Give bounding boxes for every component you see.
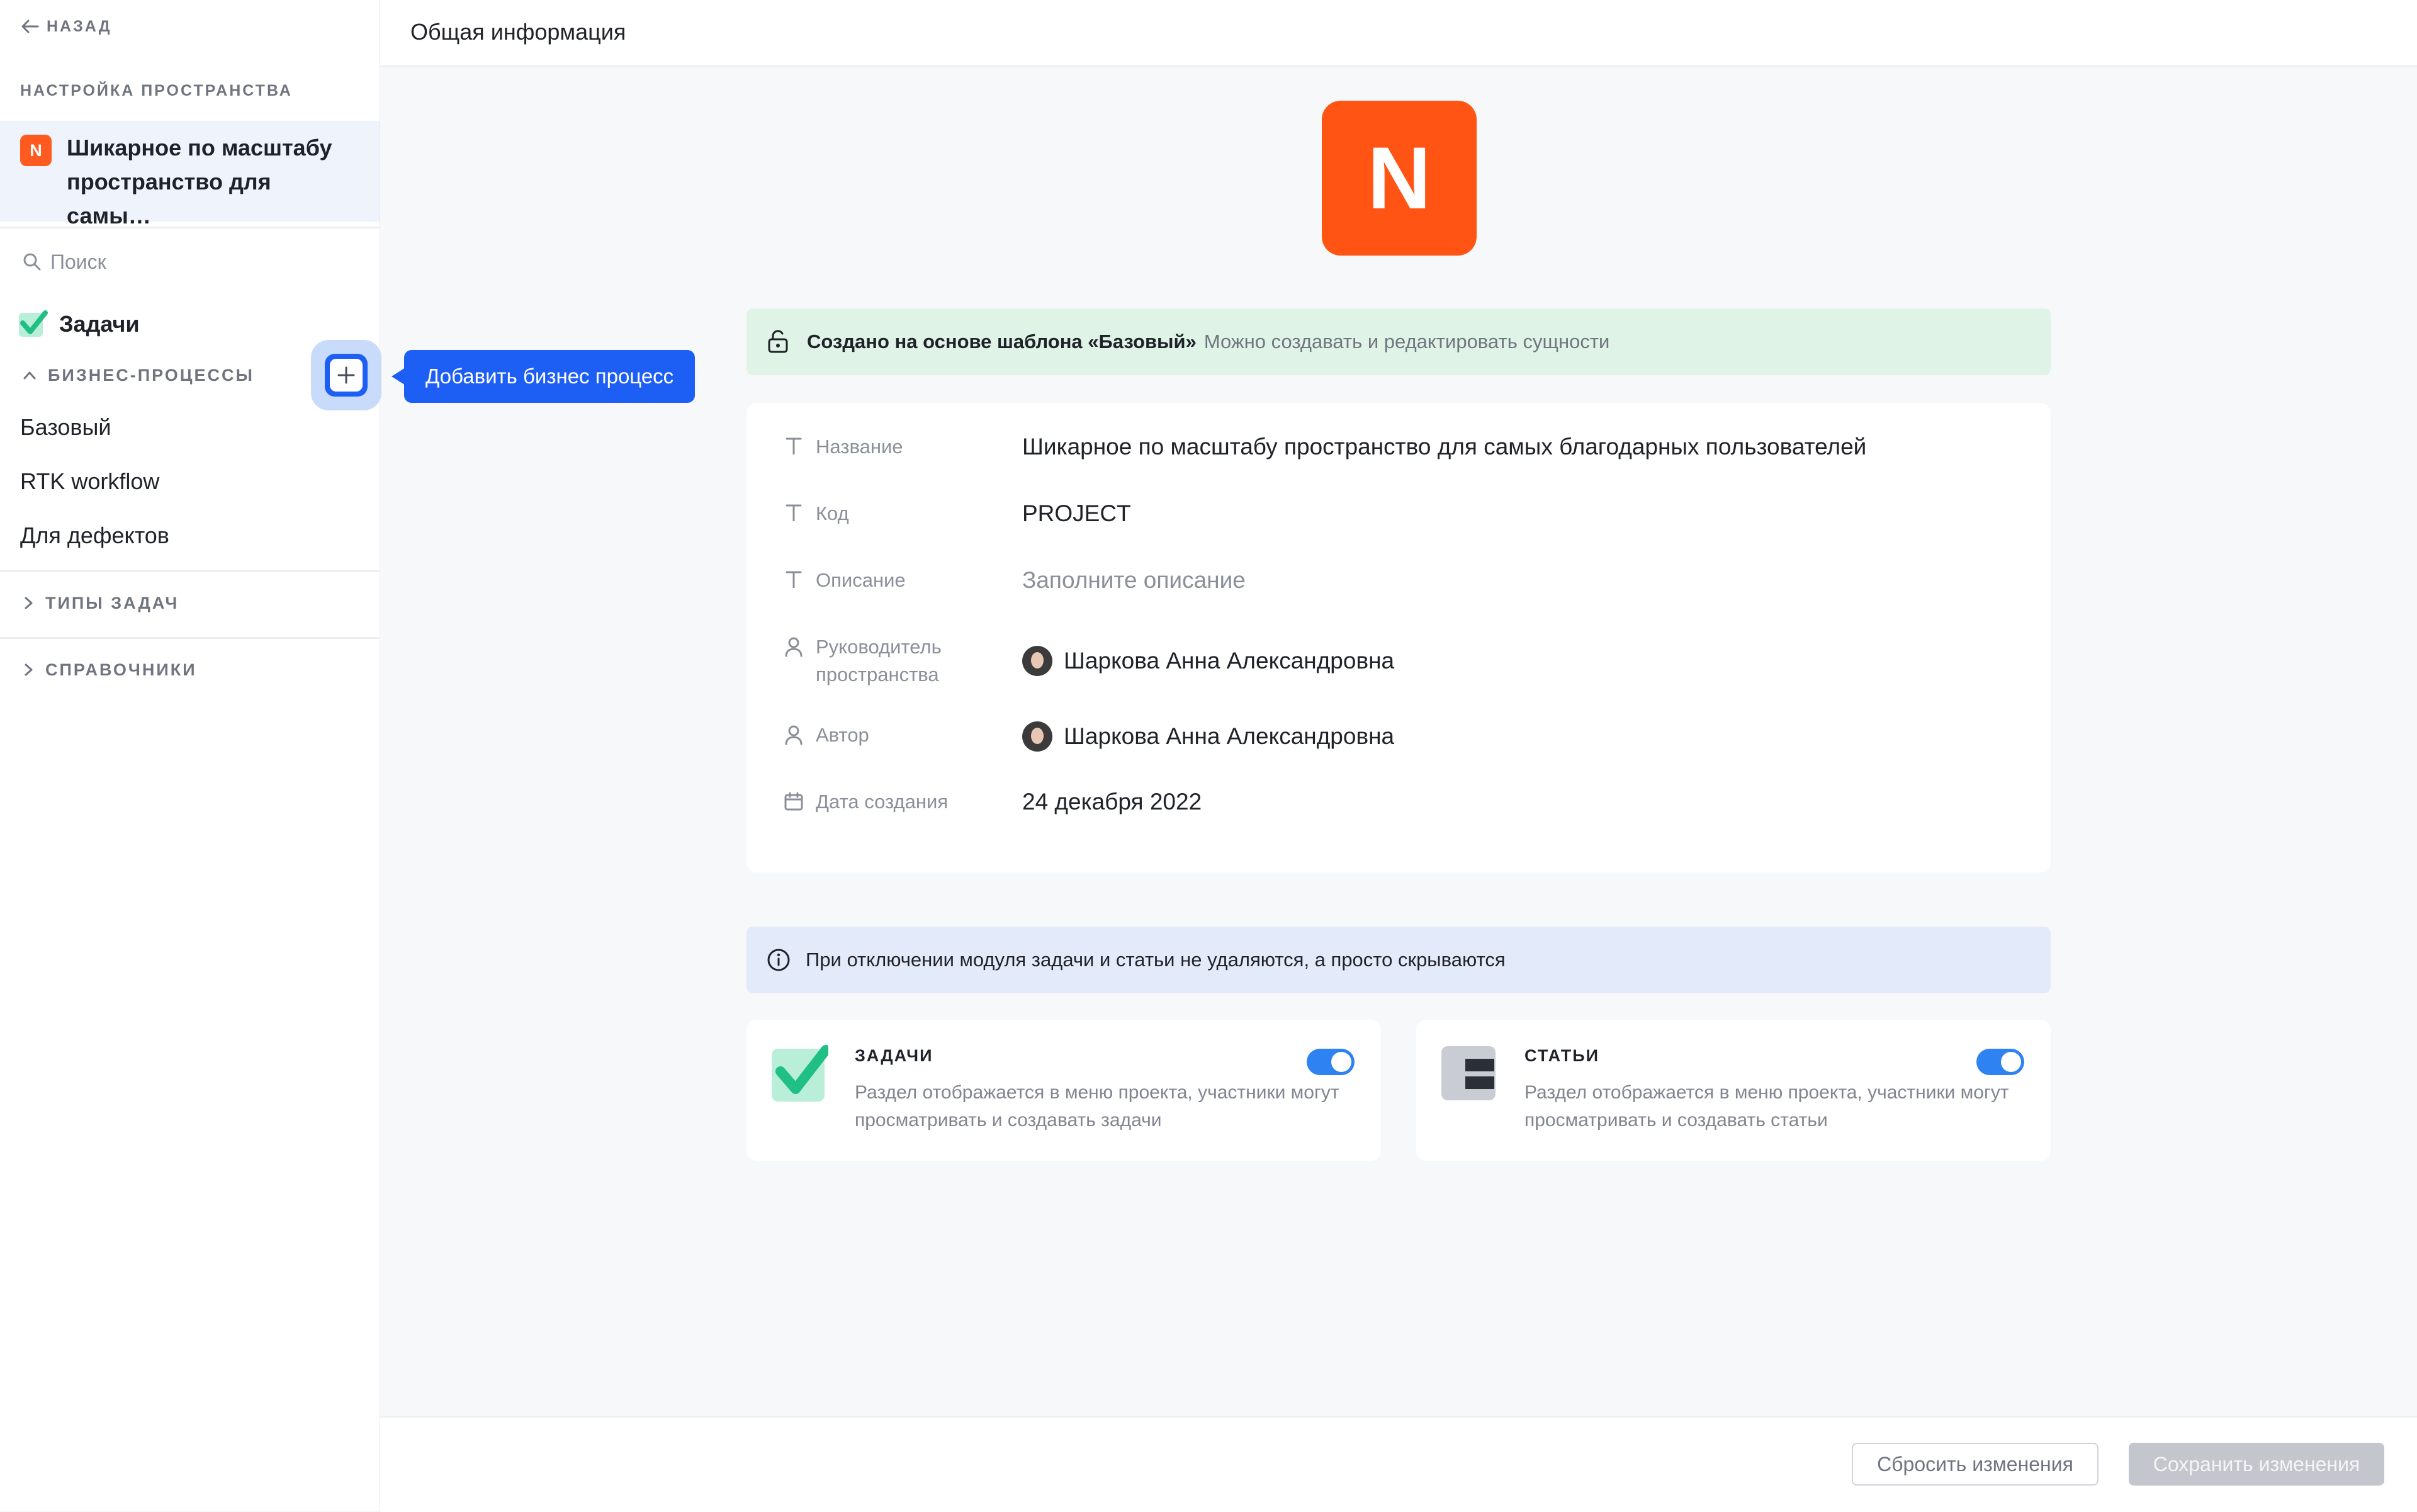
search-placeholder: Поиск (50, 250, 106, 273)
field-label: Описание (816, 569, 906, 591)
field-label: Руководитель пространства (816, 636, 942, 685)
group-label: БИЗНЕС-ПРОЦЕССЫ (48, 365, 254, 385)
reset-changes-button[interactable]: Сбросить изменения (1852, 1443, 2099, 1486)
description-input[interactable]: Заполните описание (1022, 567, 1246, 594)
code-value[interactable]: PROJECT (1022, 500, 1131, 528)
template-banner-note: Можно создавать и редактировать сущности (1203, 330, 1610, 353)
save-changes-button[interactable]: Сохранить изменения (2129, 1443, 2384, 1486)
sidebar-item-label: Задачи (59, 311, 140, 337)
info-icon (767, 949, 790, 971)
back-label: НАЗАД (47, 17, 112, 35)
back-link[interactable]: НАЗАД (21, 15, 112, 38)
chevron-right-icon (25, 663, 33, 676)
articles-icon (1441, 1046, 1496, 1100)
group-business-processes[interactable]: БИЗНЕС-ПРОЦЕССЫ (23, 363, 254, 388)
add-business-process-button[interactable] (325, 354, 368, 397)
top-bar: Общая информация (380, 0, 2417, 67)
lead-value[interactable]: Шаркова Анна Александровна (1022, 633, 1394, 689)
group-label: ТИПЫ ЗАДАЧ (45, 593, 179, 612)
field-label: Название (816, 436, 903, 458)
footer-bar (380, 1416, 2417, 1512)
articles-module-toggle[interactable] (1976, 1049, 2024, 1075)
author-value[interactable]: Шаркова Анна Александровна (1022, 721, 1394, 752)
section-title: НАСТРОЙКА ПРОСТРАНСТВА (20, 82, 293, 99)
field-description: Описание Заполните описание (784, 567, 1246, 594)
sidebar-item-tasks[interactable]: Задачи (19, 308, 140, 340)
field-name: Название Шикарное по масштабу пространст… (784, 433, 1866, 461)
avatar (1022, 721, 1052, 752)
group-task-types[interactable]: ТИПЫ ЗАДАЧ (23, 590, 179, 616)
divider (0, 570, 380, 572)
group-label: СПРАВОЧНИКИ (45, 660, 197, 679)
user-icon (784, 633, 803, 657)
space-badge: N (20, 135, 52, 166)
add-business-process-tooltip: Добавить бизнес процесс (404, 350, 696, 403)
sidebar: НАЗАД НАСТРОЙКА ПРОСТРАНСТВА N Шикарное … (0, 0, 380, 1511)
field-author: Автор Шаркова Анна Александровна (784, 721, 1394, 752)
module-description: Раздел отображается в меню проекта, учас… (1524, 1082, 2009, 1131)
search-input[interactable]: Поиск (23, 249, 106, 274)
user-icon (784, 721, 803, 745)
field-label: Дата создания (816, 791, 949, 813)
date-value: 24 декабря 2022 (1022, 789, 1202, 815)
divider (0, 227, 380, 228)
text-type-icon (784, 500, 803, 521)
module-title: СТАТЬИ (1524, 1046, 1600, 1065)
author-name: Шаркова Анна Александровна (1064, 723, 1395, 749)
chevron-up-icon (23, 371, 36, 380)
field-label: Автор (816, 724, 869, 746)
avatar (1022, 646, 1052, 676)
field-code: Код PROJECT (784, 500, 1131, 528)
divider (0, 637, 380, 639)
calendar-icon (784, 788, 803, 811)
search-icon (23, 253, 41, 271)
text-type-icon (784, 567, 803, 588)
arrow-left-icon (21, 20, 39, 33)
field-space-lead: Руководитель пространства Шаркова Анна А… (784, 633, 1394, 689)
space-item[interactable]: N Шикарное по масштабу пространство для … (0, 121, 380, 228)
page-title: Общая информация (410, 19, 626, 45)
name-value[interactable]: Шикарное по масштабу пространство для са… (1022, 433, 1866, 461)
plus-icon (330, 359, 363, 392)
space-name: Шикарное по масштабу пространство для са… (67, 135, 332, 228)
tasks-check-icon (19, 310, 48, 337)
template-banner: Создано на основе шаблона «Базовый» Можн… (747, 308, 2051, 375)
module-description: Раздел отображается в меню проекта, учас… (855, 1082, 1339, 1131)
modules-info-banner: При отключении модуля задачи и статьи не… (747, 927, 2051, 993)
tooltip-arrow (392, 368, 405, 385)
info-card: Название Шикарное по масштабу пространст… (747, 403, 2051, 872)
module-card-tasks: ЗАДАЧИ Раздел отображается в меню проект… (747, 1020, 1381, 1161)
group-dictionaries[interactable]: СПРАВОЧНИКИ (23, 657, 197, 682)
template-banner-title: Создано на основе шаблона «Базовый» (807, 330, 1197, 353)
text-type-icon (784, 433, 803, 454)
tasks-module-toggle[interactable] (1307, 1049, 1355, 1075)
module-title: ЗАДАЧИ (855, 1046, 933, 1065)
sidebar-item-bp[interactable]: RTK workflow (20, 468, 159, 495)
modules-info-text: При отключении модуля задачи и статьи не… (806, 949, 1506, 971)
field-created-date: Дата создания 24 декабря 2022 (784, 788, 1202, 816)
space-logo[interactable]: N (1322, 101, 1477, 256)
tasks-check-icon (772, 1045, 828, 1102)
unlock-icon (768, 330, 788, 353)
sidebar-item-bp[interactable]: Базовый (20, 414, 111, 441)
sidebar-item-bp[interactable]: Для дефектов (20, 522, 169, 549)
module-card-articles: СТАТЬИ Раздел отображается в меню проект… (1416, 1020, 2051, 1161)
chevron-right-icon (25, 597, 33, 609)
lead-name: Шаркова Анна Александровна (1064, 648, 1395, 674)
field-label: Код (816, 502, 849, 524)
